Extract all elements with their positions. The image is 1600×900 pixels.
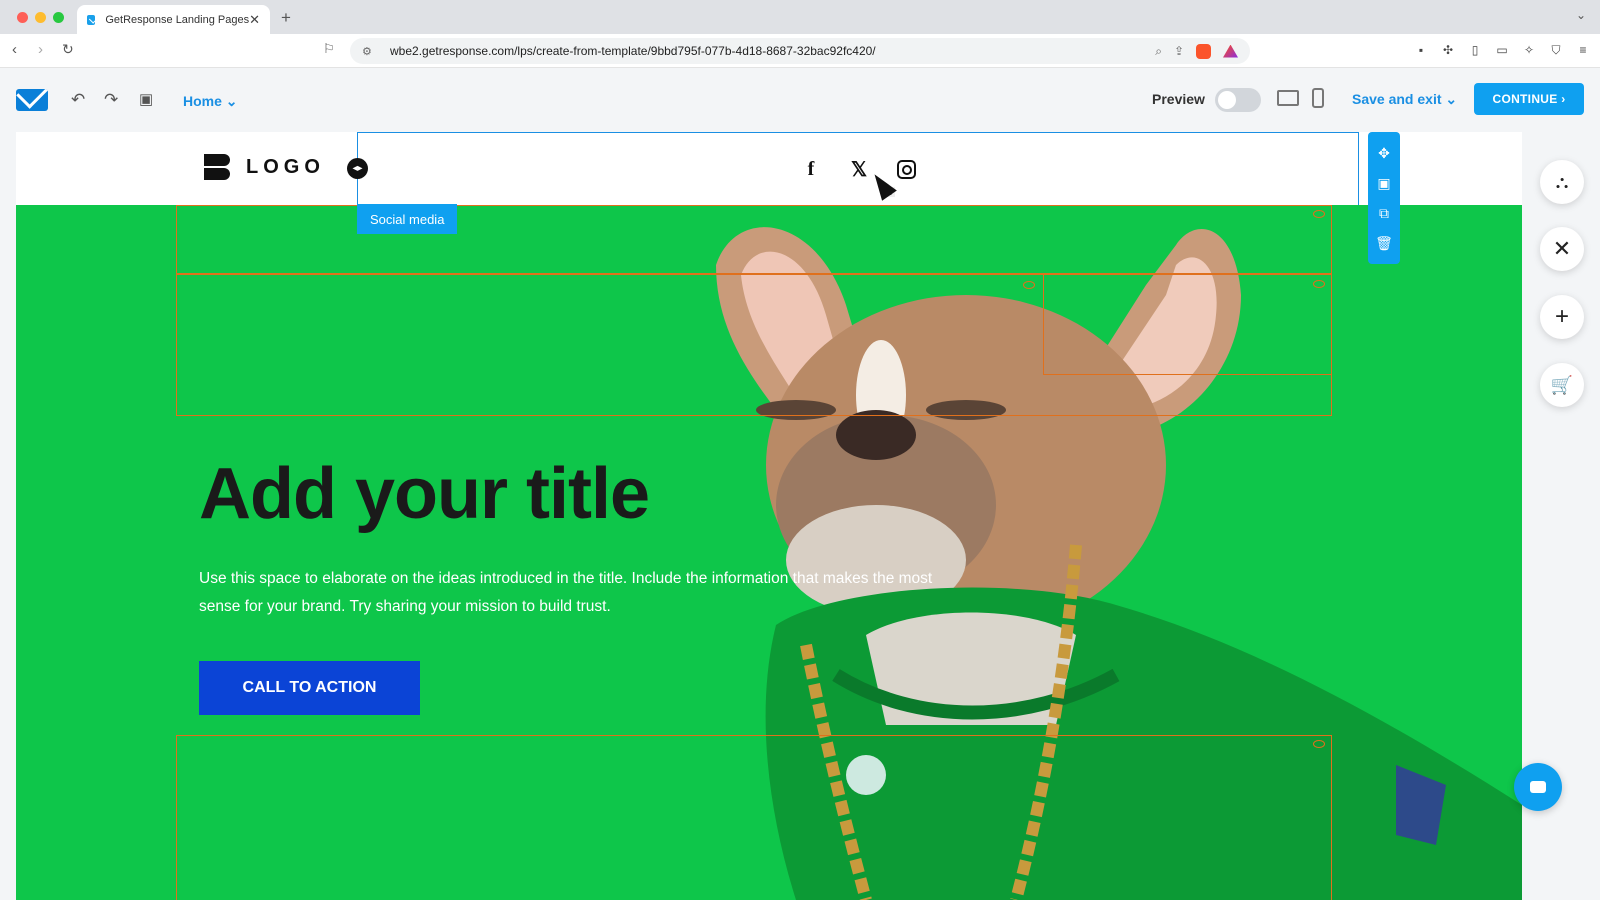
- vpn-icon[interactable]: ⛉: [1549, 43, 1563, 58]
- tab-title: GetResponse Landing Pages: [105, 13, 250, 26]
- chevron-down-icon: ⌄: [1445, 91, 1458, 107]
- hidden-eye-icon[interactable]: [1313, 210, 1325, 218]
- block-toolbar: ✥ ▣ ⧉ 🗑: [1368, 132, 1400, 264]
- url-text: wbe2.getresponse.com/lps/create-from-tem…: [390, 44, 876, 58]
- window-minimize-button[interactable]: [35, 12, 46, 23]
- instagram-icon[interactable]: [897, 159, 916, 179]
- resize-handle-icon[interactable]: ◂▸: [347, 158, 368, 179]
- hero-title[interactable]: Add your title: [199, 453, 650, 535]
- redo-icon[interactable]: ↷: [104, 90, 118, 110]
- editor-toolbar: ↶ ↷ ▣ Home ⌄ Preview Save and exit ⌄ CON…: [0, 68, 1600, 132]
- save-and-exit-button[interactable]: Save and exit ⌄: [1352, 91, 1457, 108]
- page-canvas: LOGO Add your title Use this space to el…: [16, 132, 1522, 900]
- home-page-dropdown[interactable]: Home ⌄: [183, 93, 238, 110]
- chevron-down-icon: ⌄: [225, 93, 238, 109]
- continue-button[interactable]: CONTINUE ›: [1474, 83, 1584, 115]
- getresponse-logo-icon[interactable]: [16, 89, 48, 111]
- close-icon[interactable]: ✕: [1540, 227, 1584, 271]
- chevron-right-icon: ›: [1557, 92, 1566, 106]
- save-exit-label: Save and exit: [1352, 91, 1442, 107]
- zoom-icon[interactable]: ⌕: [1155, 44, 1162, 59]
- call-to-action-button[interactable]: CALL TO ACTION: [199, 661, 420, 715]
- save-icon[interactable]: ▣: [139, 90, 153, 108]
- home-label: Home: [183, 93, 222, 109]
- brave-shields-icon[interactable]: [1196, 43, 1211, 59]
- tab-list-chevron-icon[interactable]: ⌄: [1576, 8, 1586, 22]
- hero-body-text[interactable]: Use this space to elaborate on the ideas…: [199, 565, 969, 621]
- plus-icon[interactable]: +: [1540, 295, 1584, 339]
- preview-toggle[interactable]: [1215, 88, 1261, 112]
- cart-icon[interactable]: 🛒: [1540, 363, 1584, 407]
- browser-nav-bar: ‹ › ↻ ⚐ ⚙ wbe2.getresponse.com/lps/creat…: [0, 34, 1600, 68]
- browser-tab[interactable]: GetResponse Landing Pages ✕: [77, 5, 270, 34]
- duplicate-icon[interactable]: ⧉: [1379, 205, 1389, 222]
- chat-icon[interactable]: [1514, 763, 1562, 811]
- social-media-label: Social media: [357, 204, 458, 234]
- back-icon[interactable]: ‹: [12, 41, 17, 58]
- preview-label: Preview: [1152, 91, 1205, 107]
- tab-close-icon[interactable]: ✕: [249, 12, 260, 28]
- extension-icon[interactable]: ▪: [1414, 43, 1428, 58]
- page-logo[interactable]: LOGO: [204, 154, 325, 180]
- brave-rewards-icon[interactable]: [1223, 44, 1238, 58]
- hidden-eye-icon[interactable]: [1023, 281, 1035, 289]
- leo-icon[interactable]: ✧: [1522, 43, 1536, 58]
- hero-section[interactable]: Add your title Use this space to elabora…: [16, 205, 1522, 900]
- forward-icon[interactable]: ›: [38, 41, 43, 58]
- getresponse-favicon-icon: [87, 14, 96, 25]
- address-bar[interactable]: ⚙ wbe2.getresponse.com/lps/create-from-t…: [350, 38, 1250, 64]
- browser-tab-bar: GetResponse Landing Pages ✕ + ⌄: [0, 0, 1600, 34]
- facebook-icon[interactable]: f: [801, 158, 821, 180]
- puzzle-icon[interactable]: ✣: [1441, 43, 1455, 58]
- new-tab-button[interactable]: +: [281, 8, 291, 28]
- continue-label: CONTINUE: [1492, 92, 1558, 106]
- social-icons-group: f 𝕏: [801, 158, 916, 181]
- window-zoom-button[interactable]: [53, 12, 64, 23]
- site-settings-icon[interactable]: ⚙: [362, 45, 376, 58]
- hidden-eye-icon[interactable]: [1313, 740, 1325, 748]
- logo-mark-icon: [204, 154, 232, 180]
- window-close-button[interactable]: [17, 12, 28, 23]
- hidden-eye-icon[interactable]: [1313, 280, 1325, 288]
- move-icon[interactable]: ✥: [1378, 145, 1390, 162]
- menu-icon[interactable]: ≡: [1576, 43, 1590, 58]
- reload-icon[interactable]: ↻: [62, 41, 74, 58]
- save-block-icon[interactable]: ▣: [1377, 175, 1390, 192]
- sidebar-icon[interactable]: ▯: [1468, 43, 1482, 58]
- share-icon[interactable]: ⇪: [1174, 44, 1184, 58]
- trash-icon[interactable]: 🗑: [1375, 235, 1393, 252]
- wallet-icon[interactable]: ▭: [1495, 43, 1509, 58]
- desktop-view-icon[interactable]: [1277, 90, 1299, 106]
- bookmark-icon[interactable]: ⚐: [323, 41, 335, 57]
- x-twitter-icon[interactable]: 𝕏: [849, 158, 869, 181]
- dog-photo: [716, 227, 1522, 900]
- logo-text: LOGO: [246, 155, 325, 178]
- sitemap-icon[interactable]: ⛬: [1540, 160, 1584, 204]
- mobile-view-icon[interactable]: [1312, 88, 1324, 108]
- undo-icon[interactable]: ↶: [71, 90, 85, 110]
